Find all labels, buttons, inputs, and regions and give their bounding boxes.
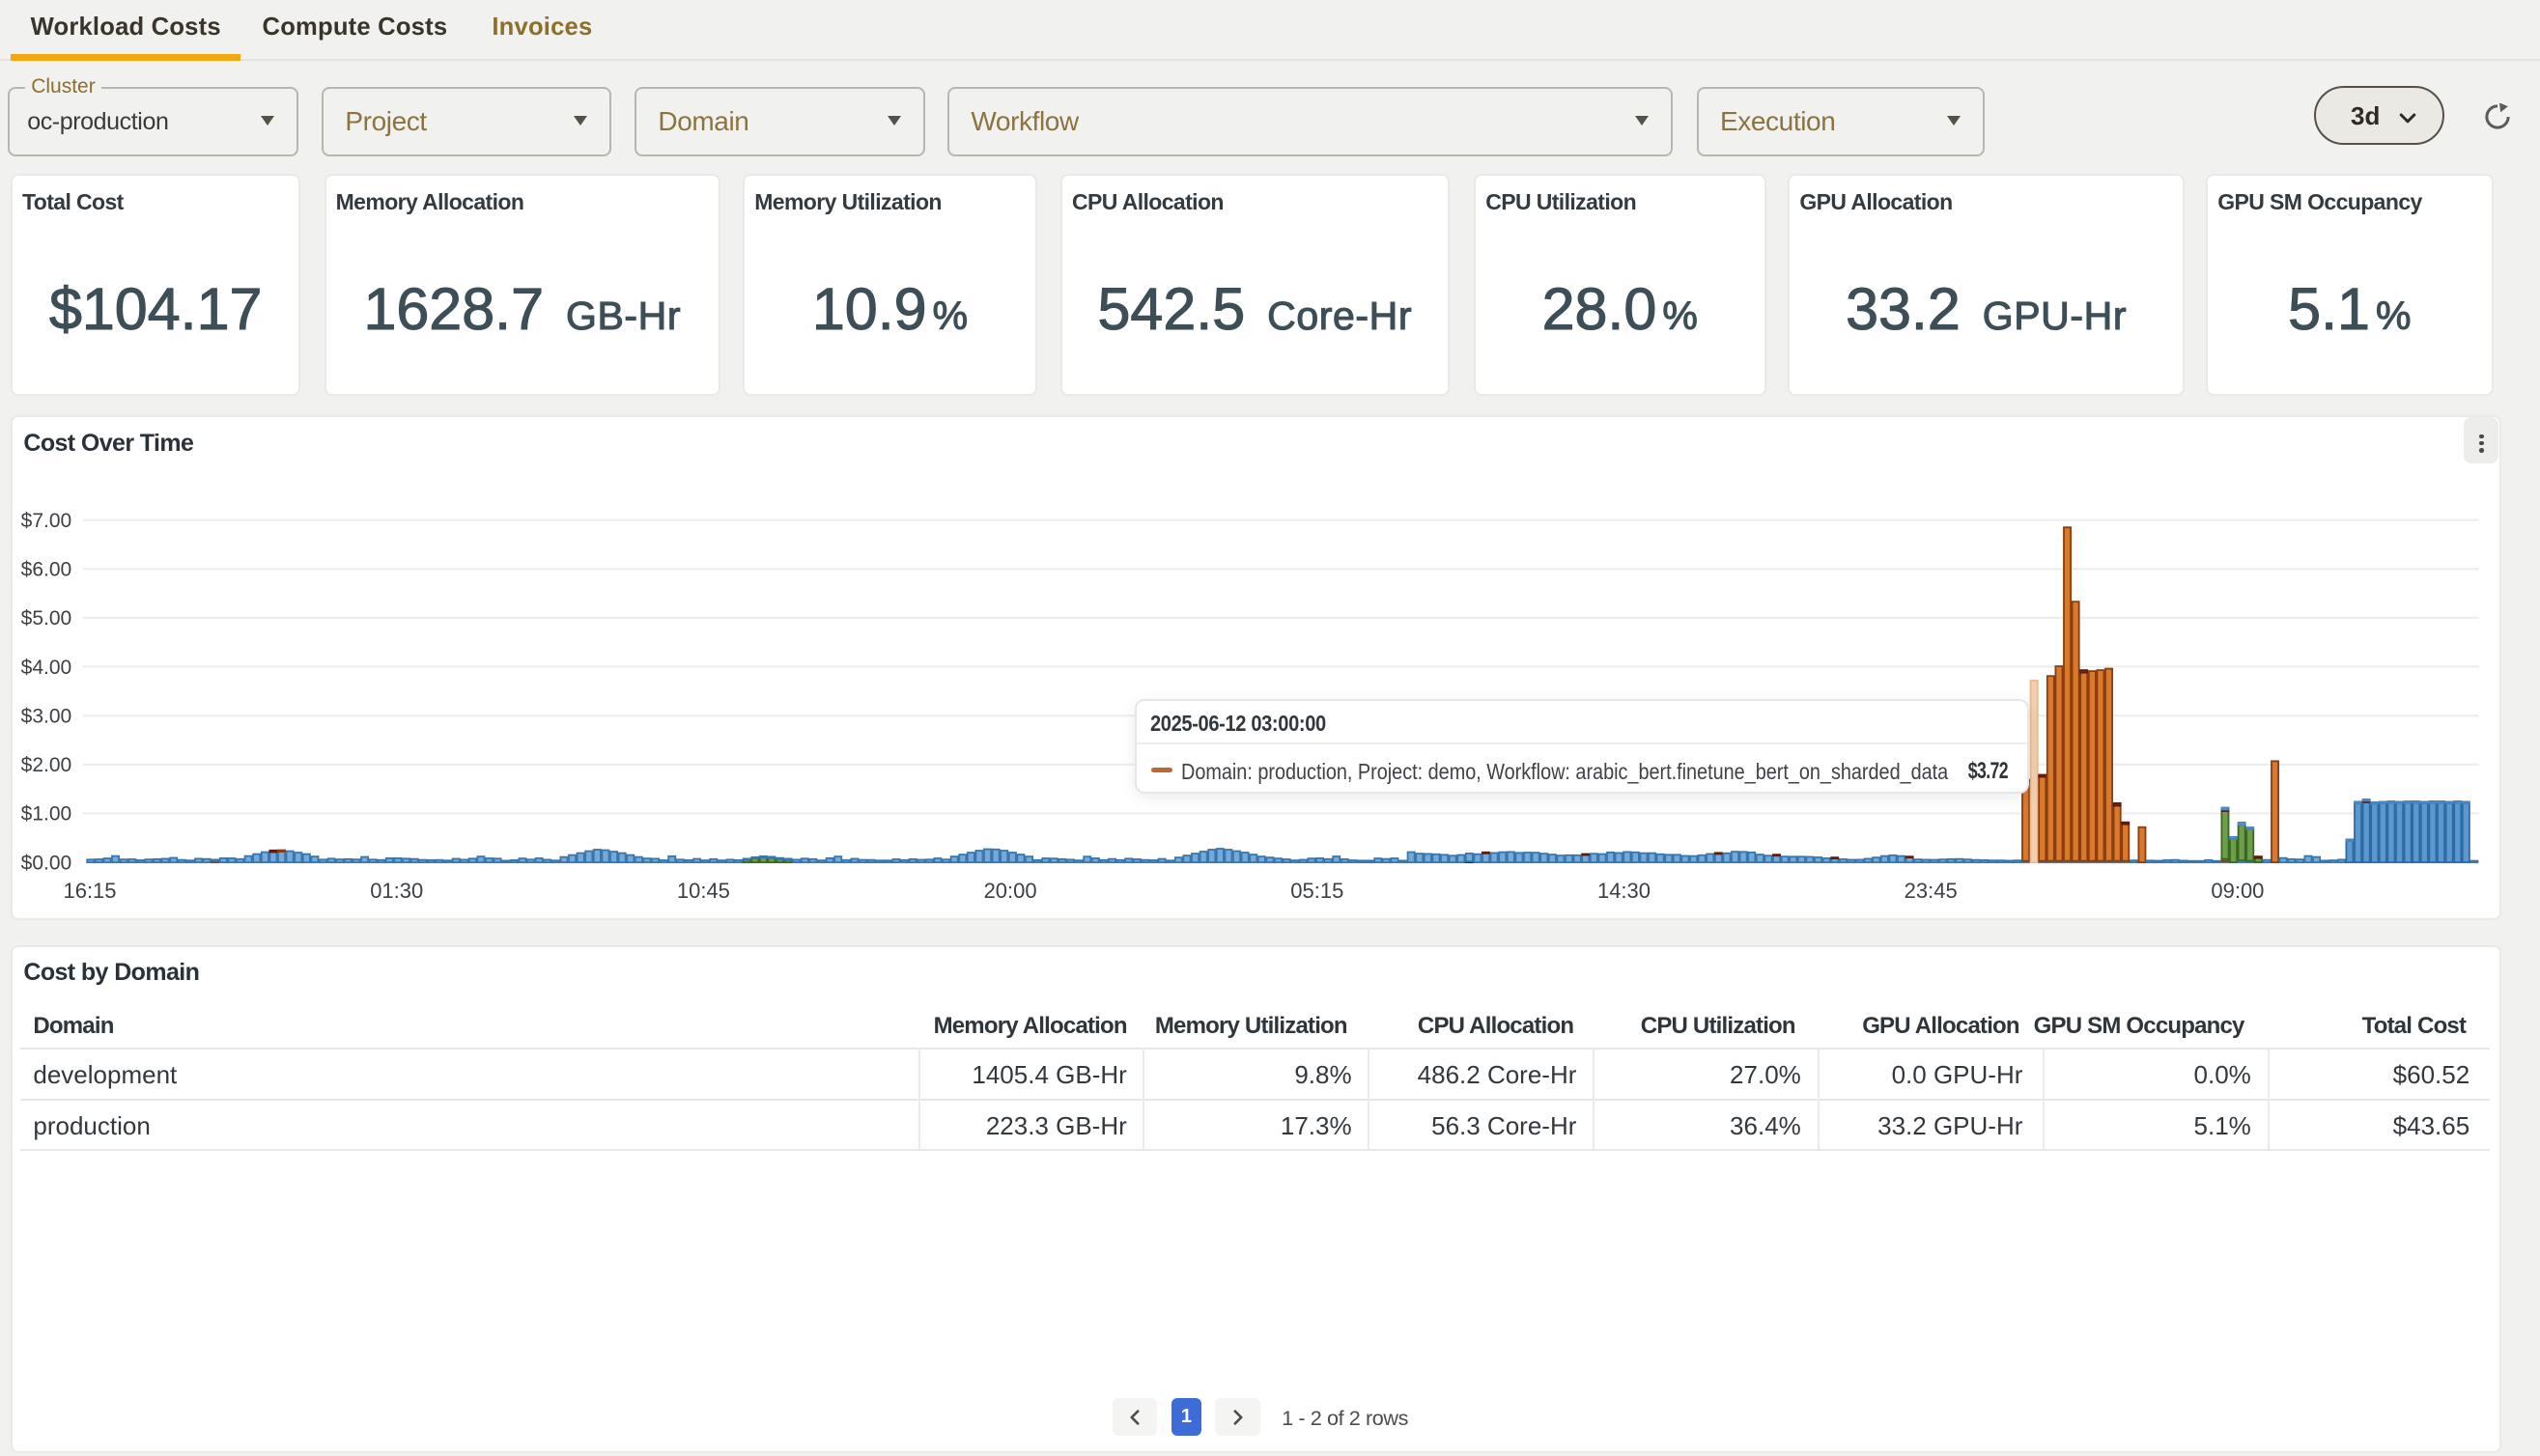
svg-text:09:00: 09:00 (2212, 879, 2265, 903)
svg-text:01:30: 01:30 (370, 879, 423, 903)
svg-text:20:00: 20:00 (984, 879, 1037, 903)
svg-text:$6.00: $6.00 (21, 558, 72, 580)
svg-text:05:15: 05:15 (1290, 879, 1343, 903)
svg-text:23:45: 23:45 (1905, 879, 1958, 903)
svg-text:10:45: 10:45 (677, 879, 730, 903)
svg-text:$5.00: $5.00 (21, 607, 72, 630)
svg-text:$7.00: $7.00 (21, 510, 72, 532)
svg-text:14:30: 14:30 (1597, 879, 1651, 903)
svg-text:$3.00: $3.00 (21, 705, 72, 727)
svg-text:$2.00: $2.00 (21, 754, 72, 776)
svg-text:$4.00: $4.00 (21, 657, 72, 679)
svg-text:$1.00: $1.00 (21, 803, 72, 826)
svg-text:$0.00: $0.00 (21, 852, 72, 874)
svg-text:16:15: 16:15 (64, 879, 117, 903)
